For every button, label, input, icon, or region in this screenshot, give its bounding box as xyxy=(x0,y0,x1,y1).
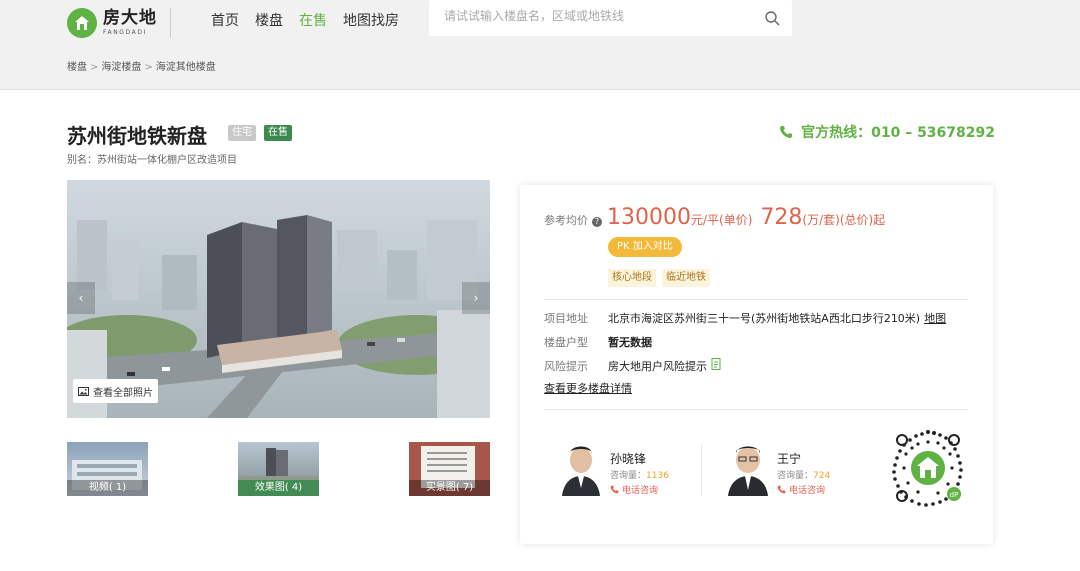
feature-tag: 临近地铁 xyxy=(662,269,710,287)
layout-row: 楼盘户型 暂无数据 xyxy=(544,334,652,350)
agent-name: 孙晓锋 xyxy=(610,452,647,466)
total-price: 728 xyxy=(760,205,803,230)
view-all-photos-button[interactable]: 查看全部照片 xyxy=(73,379,158,403)
risk-key: 风险提示 xyxy=(544,360,588,373)
address-row: 项目地址 北京市海淀区苏州街三十一号(苏州街地铁站A西北口步行210米) 地图 xyxy=(544,310,946,326)
phone-icon xyxy=(777,485,786,494)
property-status-badge: 在售 xyxy=(264,125,292,141)
nav-map-search[interactable]: 地图找房 xyxy=(343,10,399,30)
property-info-card: 参考均价 ? 130000 元/平(单价) 728 (万/套)(总价)起 PK … xyxy=(520,185,993,544)
agent-name: 王宁 xyxy=(777,452,802,466)
breadcrumb-item[interactable]: 海淀楼盘 xyxy=(101,62,141,73)
map-link[interactable]: 地图 xyxy=(924,310,946,326)
agent-avatar[interactable] xyxy=(725,440,771,496)
thumb-renderings[interactable]: 效果图( 4) xyxy=(238,442,319,496)
qr-code-icon[interactable]: dP xyxy=(888,428,968,508)
thumb-video[interactable]: 视频( 1) xyxy=(67,442,148,496)
address-key: 项目地址 xyxy=(544,312,588,325)
search-box xyxy=(429,0,792,36)
phone-icon xyxy=(780,126,793,138)
agent-consult-count: 咨询量：1136 xyxy=(610,468,669,481)
thumb-video-label: 视频( 1) xyxy=(67,480,148,496)
image-icon xyxy=(78,386,89,396)
nav-properties[interactable]: 楼盘 xyxy=(255,10,283,30)
price-row: 参考均价 ? 130000 元/平(单价) 728 (万/套)(总价)起 xyxy=(544,205,893,230)
agent-consult-count: 咨询量：724 xyxy=(777,468,830,481)
agent-call-label: 电话咨询 xyxy=(622,486,659,496)
agent-consult-label: 咨询量： xyxy=(777,471,814,481)
divider xyxy=(544,299,968,300)
unit-price: 130000 xyxy=(607,205,691,230)
agent-consult-number: 1136 xyxy=(646,471,669,481)
agent-call-button[interactable]: 电话咨询 xyxy=(610,483,658,496)
site-logo[interactable]: 房大地 FANGDADI xyxy=(67,8,157,38)
help-icon[interactable]: ? xyxy=(592,217,602,227)
thumb-renderings-label: 效果图( 4) xyxy=(238,480,319,496)
chevron-right-icon: › xyxy=(473,291,479,305)
feature-tag: 核心地段 xyxy=(608,269,656,287)
thumb-photos-label: 实景图( 7) xyxy=(409,480,490,496)
total-price-suffix: (万/套)(总价)起 xyxy=(802,213,886,227)
agent-consult-label: 咨询量： xyxy=(610,471,647,481)
breadcrumb-separator: > xyxy=(90,62,99,73)
risk-row: 风险提示 房大地用户风险提示 xyxy=(544,358,722,374)
breadcrumb-separator: > xyxy=(144,62,153,73)
main-nav: 首页 楼盘 在售 地图找房 xyxy=(211,10,399,30)
property-type-badge: 住宅 xyxy=(228,125,256,141)
property-title: 苏州街地铁新盘 xyxy=(67,124,207,148)
thumb-photos[interactable]: 实景图( 7) xyxy=(409,442,490,496)
agent-call-label: 电话咨询 xyxy=(789,486,826,496)
view-all-photos-label: 查看全部照片 xyxy=(93,387,153,399)
chevron-left-icon: ‹ xyxy=(78,291,84,305)
breadcrumb: 楼盘 > 海淀楼盘 > 海淀其他楼盘 xyxy=(67,58,216,73)
more-details-link[interactable]: 查看更多楼盘详情 xyxy=(544,380,632,396)
agent-call-button[interactable]: 电话咨询 xyxy=(777,483,825,496)
logo-name-cn: 房大地 xyxy=(103,8,157,28)
breadcrumb-item[interactable]: 海淀其他楼盘 xyxy=(156,62,216,73)
phone-icon xyxy=(610,485,619,494)
breadcrumb-item[interactable]: 楼盘 xyxy=(67,62,87,73)
price-label: 参考均价 xyxy=(544,214,588,227)
layout-key: 楼盘户型 xyxy=(544,336,588,349)
hotline-text: 官方热线：010 – 53678292 xyxy=(801,125,995,141)
logo-name-en: FANGDADI xyxy=(103,29,147,36)
svg-text:dP: dP xyxy=(950,491,959,499)
unit-price-suffix: 元/平(单价) xyxy=(690,213,753,227)
layout-value: 暂无数据 xyxy=(608,336,652,349)
divider xyxy=(544,409,968,410)
logo-divider xyxy=(170,8,171,38)
gallery-next-button[interactable]: › xyxy=(462,282,490,314)
document-icon[interactable] xyxy=(711,358,722,370)
agent-consult-number: 724 xyxy=(813,471,831,481)
feature-tags: 核心地段 临近地铁 xyxy=(608,269,710,287)
search-icon[interactable] xyxy=(764,10,780,26)
nav-on-sale[interactable]: 在售 xyxy=(299,10,327,30)
add-to-compare-button[interactable]: PK 加入对比 xyxy=(608,237,682,257)
gallery-prev-button[interactable]: ‹ xyxy=(67,282,95,314)
risk-value[interactable]: 房大地用户风险提示 xyxy=(608,358,707,374)
agent-avatar[interactable] xyxy=(558,440,604,496)
property-alias: 别名：苏州街站一体化棚户区改造项目 xyxy=(67,155,237,166)
nav-home[interactable]: 首页 xyxy=(211,10,239,30)
search-input[interactable] xyxy=(444,9,744,23)
logo-icon xyxy=(67,8,97,38)
agent-divider xyxy=(701,445,702,495)
address-value: 北京市海淀区苏州街三十一号(苏州街地铁站A西北口步行210米) xyxy=(608,312,921,325)
hotline[interactable]: 官方热线：010 – 53678292 xyxy=(779,122,995,142)
